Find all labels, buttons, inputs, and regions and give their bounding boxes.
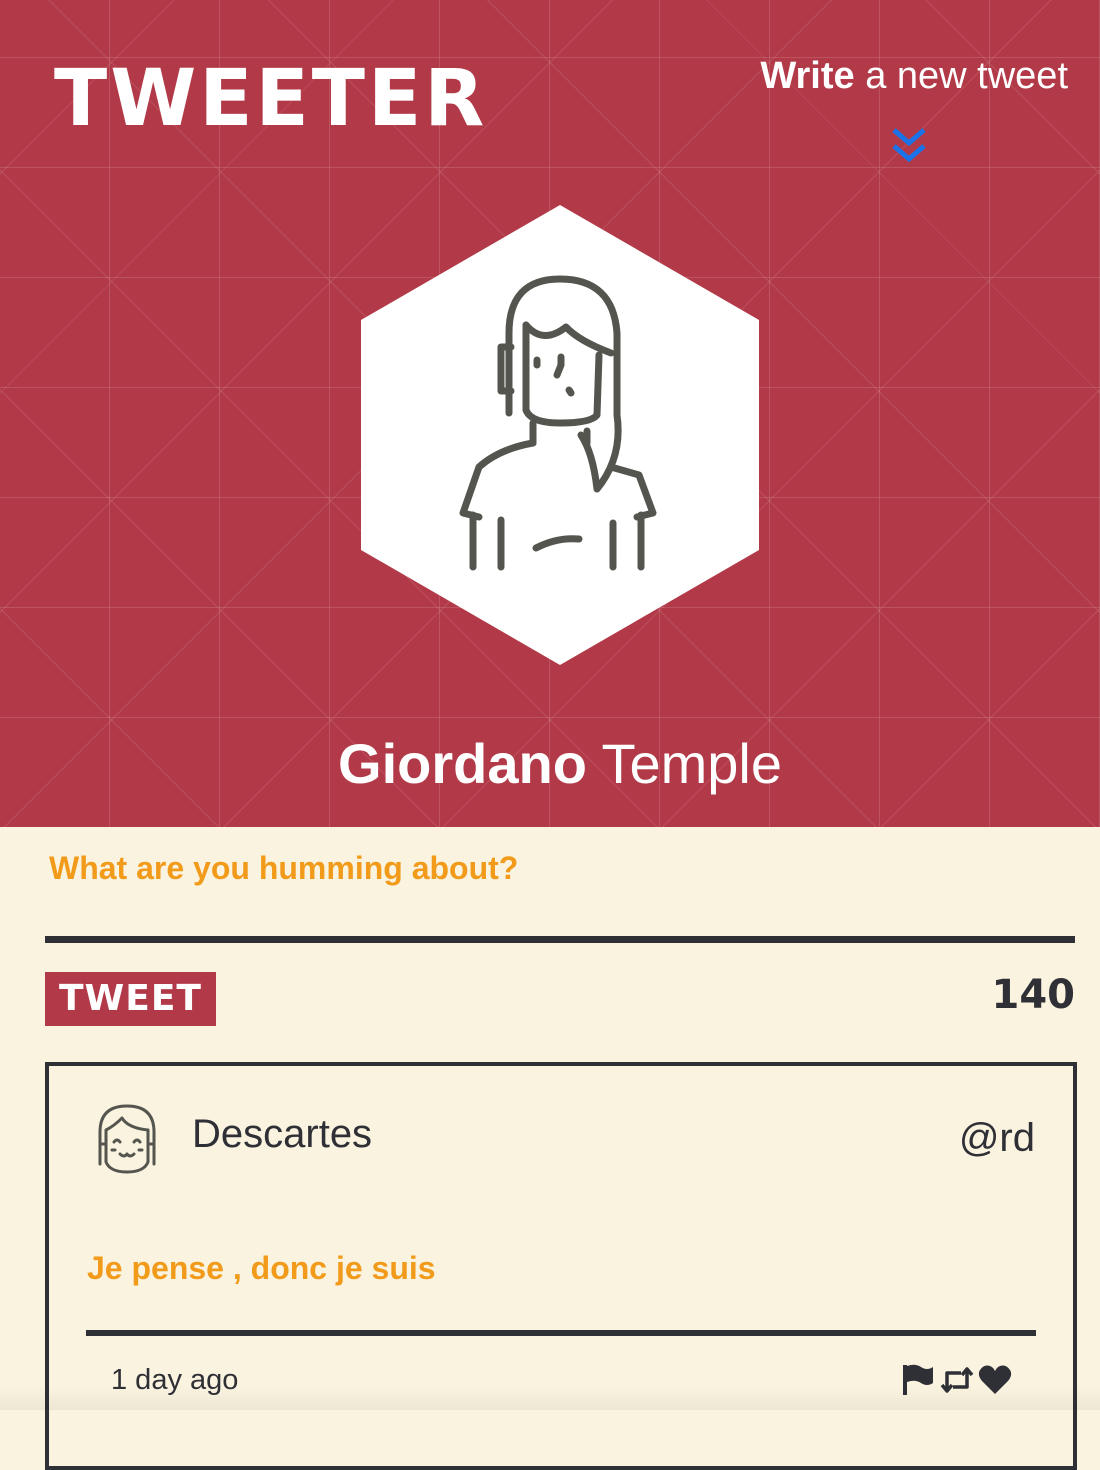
page-fade: [0, 1386, 1100, 1410]
double-chevron-down-icon[interactable]: [890, 126, 928, 166]
compose-form: What are you humming about? TWEET 140: [45, 850, 1075, 1026]
compose-toggle-link[interactable]: Write a new tweet: [760, 55, 1068, 98]
tweet-text: Je pense , donc je suis: [87, 1250, 436, 1286]
tweet-divider: [86, 1330, 1036, 1336]
tweet-avatar: [98, 1104, 156, 1174]
profile-header: TWEETER Write a new tweet Giordano Templ…: [0, 0, 1100, 827]
compose-input[interactable]: What are you humming about?: [49, 850, 1075, 887]
profile-name: Giordano Temple: [0, 730, 1100, 797]
tweet-handle[interactable]: @rd: [959, 1116, 1035, 1161]
tweet-username[interactable]: Descartes: [192, 1112, 372, 1157]
app-logo[interactable]: TWEETER: [54, 60, 487, 138]
profile-first-name: Giordano: [338, 732, 587, 795]
profile-avatar: [361, 205, 759, 665]
tweet-submit-button[interactable]: TWEET: [45, 972, 216, 1026]
compose-input-underline: [45, 936, 1075, 943]
compose-link-rest: a new tweet: [854, 55, 1068, 97]
profile-last-name: Temple: [601, 732, 782, 795]
compose-link-bold: Write: [760, 55, 855, 97]
char-counter: 140: [991, 972, 1076, 1018]
